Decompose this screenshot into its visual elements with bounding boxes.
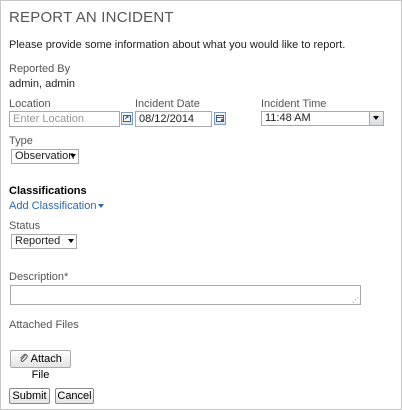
paperclip-icon	[20, 353, 28, 363]
status-value: Reported	[15, 235, 61, 247]
chevron-down-icon	[68, 239, 74, 243]
cancel-label: Cancel	[57, 390, 92, 402]
add-classification-label: Add Classification	[9, 200, 97, 212]
calendar-icon[interactable]	[214, 112, 226, 125]
type-value: Observation	[15, 150, 75, 162]
type-label: Type	[9, 135, 33, 147]
attached-files-label: Attached Files	[9, 319, 79, 331]
incident-time-label: Incident Time	[261, 98, 327, 110]
status-label: Status	[9, 220, 41, 232]
chevron-down-icon	[369, 112, 383, 125]
attach-file-button[interactable]: Attach File	[10, 350, 71, 381]
description-textarea[interactable]: ⋰	[10, 285, 361, 305]
location-picker-icon[interactable]	[121, 112, 133, 125]
classifications-heading: Classifications	[9, 185, 87, 197]
intro-text: Please provide some information about wh…	[9, 39, 346, 51]
incident-time-select[interactable]: 11:48 AM	[261, 111, 384, 126]
incident-date-label: Incident Date	[135, 98, 200, 110]
type-select[interactable]: Observation	[11, 149, 79, 164]
status-select[interactable]: Reported	[11, 234, 77, 249]
resize-grip-icon[interactable]: ⋰	[352, 297, 359, 304]
location-input[interactable]: Enter Location	[9, 111, 120, 127]
reported-by-label: Reported By	[9, 63, 71, 75]
incident-date-value: 08/12/2014	[139, 113, 195, 125]
attach-file-label: Attach File	[30, 353, 62, 381]
submit-button[interactable]: Submit	[9, 388, 50, 404]
incident-date-input[interactable]: 08/12/2014	[135, 111, 212, 127]
cancel-button[interactable]: Cancel	[55, 388, 94, 404]
page-title: REPORT AN INCIDENT	[9, 9, 174, 26]
chevron-down-icon	[70, 154, 76, 158]
description-label: Description*	[9, 271, 69, 283]
location-placeholder: Enter Location	[13, 113, 84, 125]
location-label: Location	[9, 98, 51, 110]
add-classification-link[interactable]: Add Classification	[9, 200, 105, 212]
reported-by-value: admin, admin	[9, 78, 76, 90]
caret-down-icon	[98, 204, 105, 209]
report-incident-panel: REPORT AN INCIDENT Please provide some i…	[0, 0, 402, 410]
incident-time-value: 11:48 AM	[265, 112, 311, 124]
submit-label: Submit	[12, 390, 47, 402]
